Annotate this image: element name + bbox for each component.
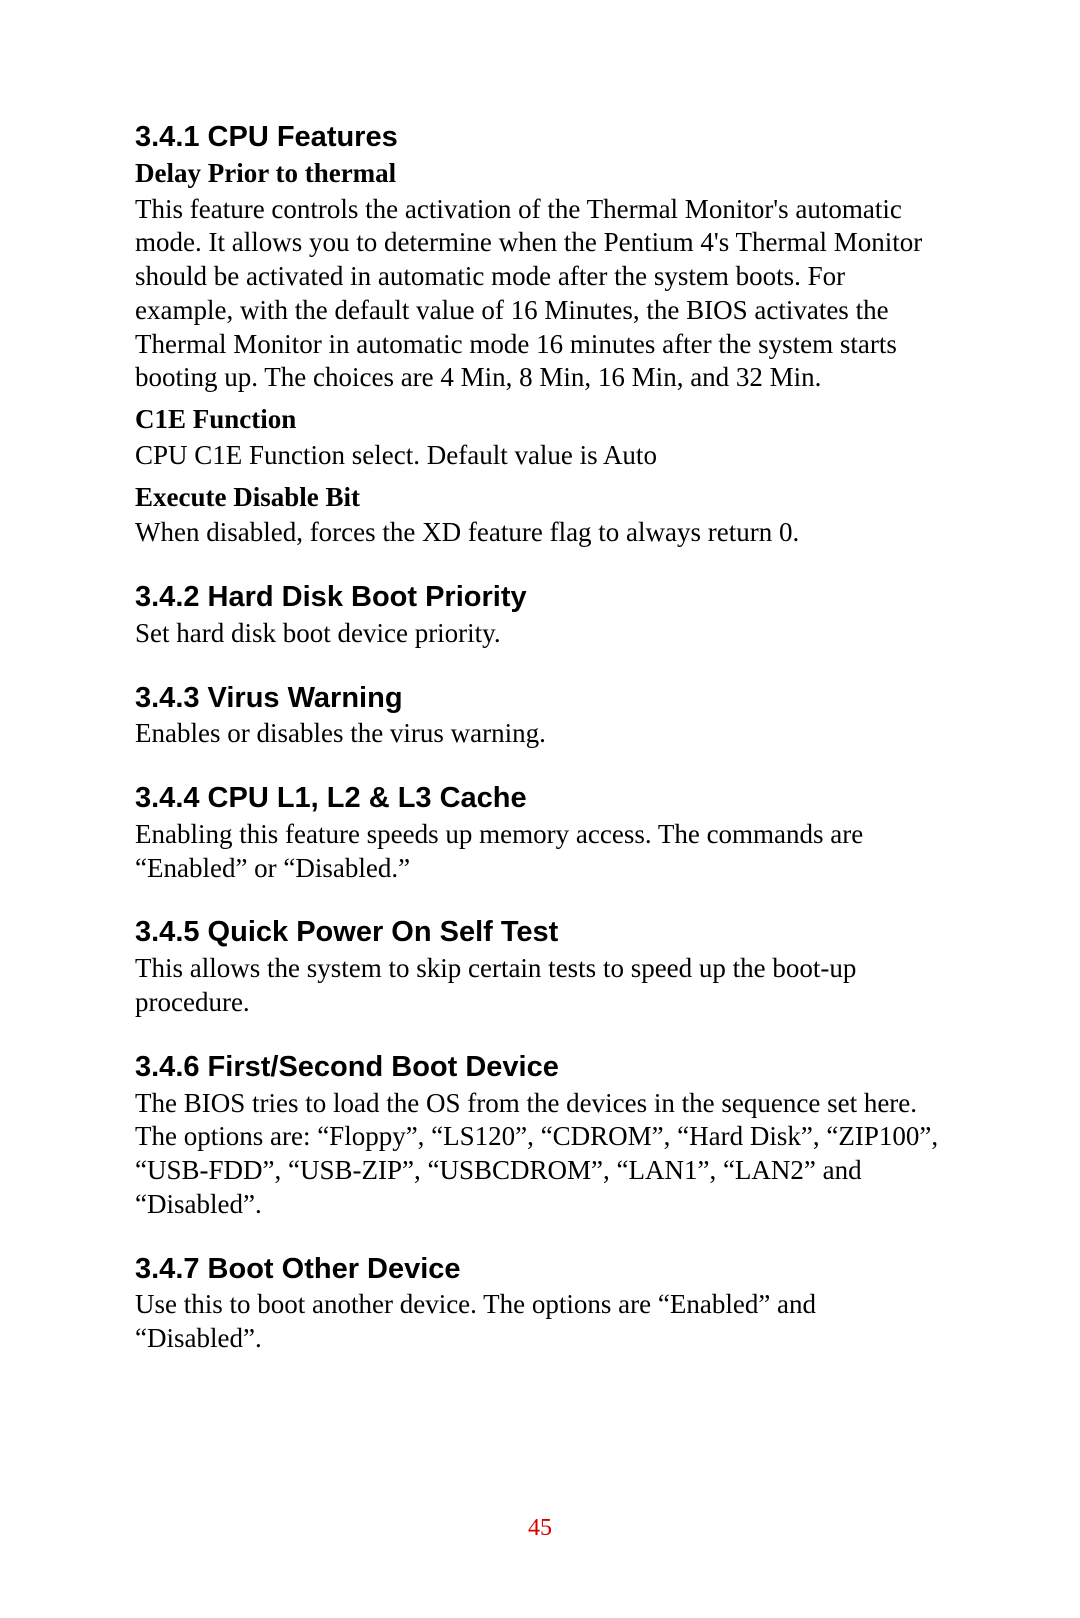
document-page: 3.4.1 CPU Features Delay Prior to therma… [0, 0, 1080, 1356]
body-virus-warning: Enables or disables the virus warning. [135, 717, 945, 751]
heading-cpu-features: 3.4.1 CPU Features [135, 120, 945, 155]
heading-first-second-boot-device: 3.4.6 First/Second Boot Device [135, 1050, 945, 1085]
page-number: 45 [0, 1515, 1080, 1542]
heading-quick-power-on-self-test: 3.4.5 Quick Power On Self Test [135, 915, 945, 950]
body-c1e-function: CPU C1E Function select. Default value i… [135, 439, 945, 473]
heading-virus-warning: 3.4.3 Virus Warning [135, 681, 945, 716]
body-hard-disk-boot-priority: Set hard disk boot device priority. [135, 617, 945, 651]
heading-hard-disk-boot-priority: 3.4.2 Hard Disk Boot Priority [135, 580, 945, 615]
subheading-execute-disable-bit: Execute Disable Bit [135, 481, 945, 515]
subheading-delay-prior-thermal: Delay Prior to thermal [135, 157, 945, 191]
body-first-second-boot-device: The BIOS tries to load the OS from the d… [135, 1087, 945, 1222]
subheading-c1e-function: C1E Function [135, 403, 945, 437]
heading-boot-other-device: 3.4.7 Boot Other Device [135, 1252, 945, 1287]
heading-cpu-cache: 3.4.4 CPU L1, L2 & L3 Cache [135, 781, 945, 816]
body-delay-prior-thermal: This feature controls the activation of … [135, 193, 945, 396]
body-boot-other-device: Use this to boot another device. The opt… [135, 1288, 945, 1356]
body-execute-disable-bit: When disabled, forces the XD feature fla… [135, 516, 945, 550]
body-quick-power-on-self-test: This allows the system to skip certain t… [135, 952, 945, 1020]
body-cpu-cache: Enabling this feature speeds up memory a… [135, 818, 945, 886]
